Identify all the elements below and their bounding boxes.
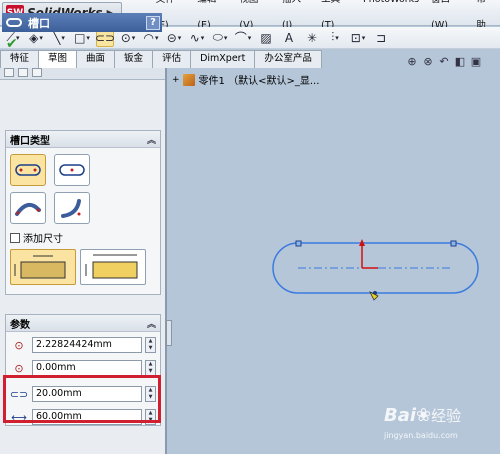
watermark-url: jingyan.baidu.com	[384, 431, 458, 440]
watermark-brand2: 经验	[431, 407, 462, 425]
watermark-brand: Bai	[384, 405, 417, 426]
graphics-area[interactable]	[0, 0, 500, 454]
watermark: Bai❀经验 jingyan.baidu.com	[384, 405, 462, 440]
slot-endpoint-handle-right[interactable]	[450, 240, 457, 247]
slot-endpoint-handle-left[interactable]	[295, 240, 302, 247]
